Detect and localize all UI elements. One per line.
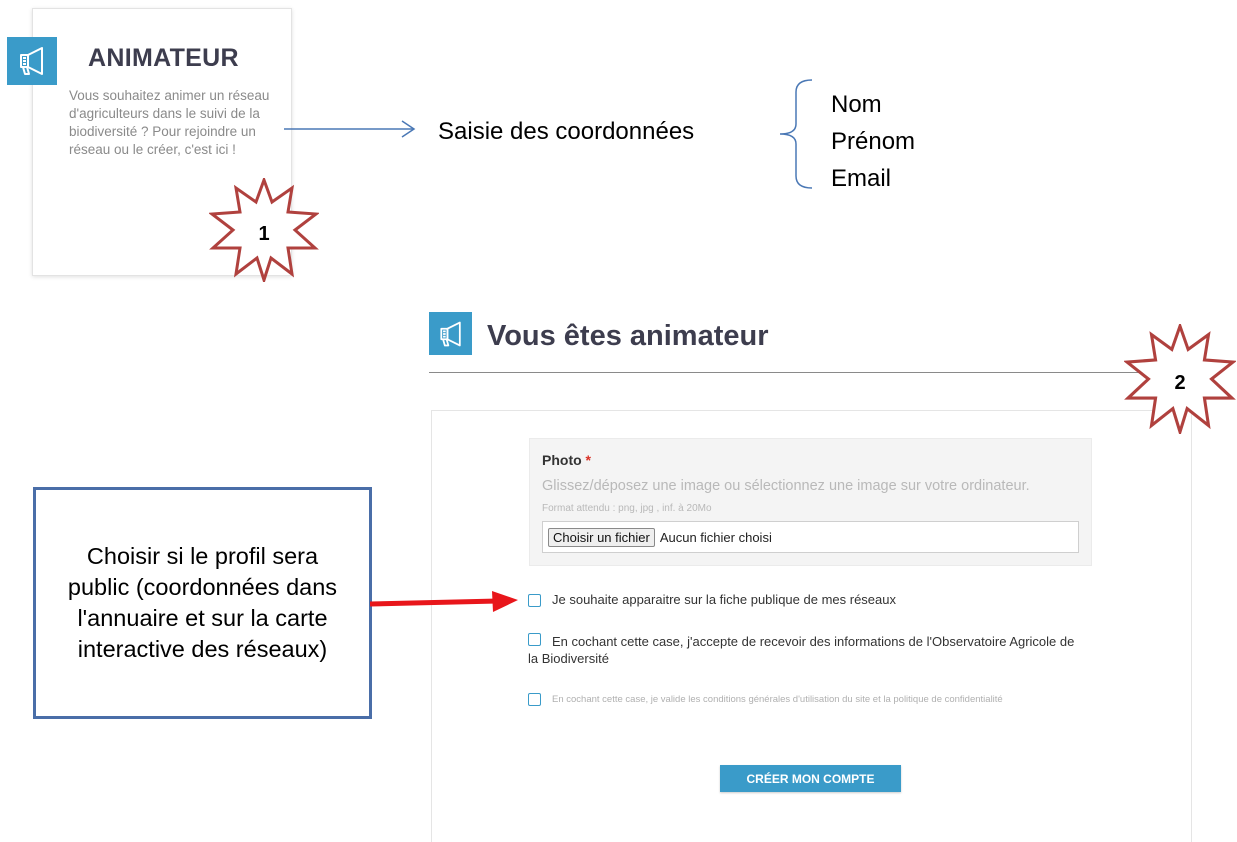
red-arrow-icon [370, 591, 518, 612]
photo-hint: Glissez/déposez une image ou sélectionne… [542, 478, 1030, 494]
choose-file-button[interactable]: Choisir un fichier [548, 527, 655, 547]
divider [429, 372, 1199, 373]
step-number-2: 2 [1174, 371, 1186, 394]
step-badge-2: 2 [1124, 324, 1236, 434]
public-profile-label[interactable]: Je souhaite apparaitre sur la fiche publ… [552, 592, 896, 607]
megaphone-icon [7, 37, 57, 85]
photo-label-text: Photo [542, 452, 582, 468]
step-badge-1: 1 [209, 178, 319, 282]
public-profile-checkbox[interactable] [528, 594, 541, 607]
newsletter-label[interactable]: En cochant cette case, j'accepte de rece… [528, 633, 1088, 667]
field-nom: Nom [831, 91, 882, 118]
photo-label: Photo * [542, 452, 591, 468]
annotation-saisie: Saisie des coordonnées [438, 118, 695, 145]
page-title: Vous êtes animateur [487, 320, 769, 352]
file-input[interactable]: Choisir un fichier Aucun fichier choisi [542, 521, 1079, 553]
file-status: Aucun fichier choisi [659, 529, 772, 545]
arrow-icon [284, 120, 416, 138]
field-email: Email [831, 165, 892, 192]
terms-checkbox[interactable] [528, 693, 541, 706]
required-mark: * [585, 452, 591, 468]
field-prenom: Prénom [831, 128, 916, 155]
callout-box: Choisir si le profil sera public (coordo… [33, 487, 372, 719]
callout-text: Choisir si le profil sera public (coordo… [67, 543, 338, 662]
card-title: ANIMATEUR [88, 44, 239, 72]
card-description: Vous souhaitez animer un réseau d'agricu… [69, 88, 270, 157]
terms-label[interactable]: En cochant cette case, je valide les con… [552, 694, 1003, 705]
field-list: Nom Prénom Email [831, 86, 915, 197]
photo-format: Format attendu : png, jpg , inf. à 20Mo [542, 503, 712, 514]
create-account-button[interactable]: CRÉER MON COMPTE [720, 765, 901, 792]
brace-icon [779, 79, 813, 189]
step-number-1: 1 [258, 222, 270, 245]
megaphone-icon [429, 312, 472, 355]
